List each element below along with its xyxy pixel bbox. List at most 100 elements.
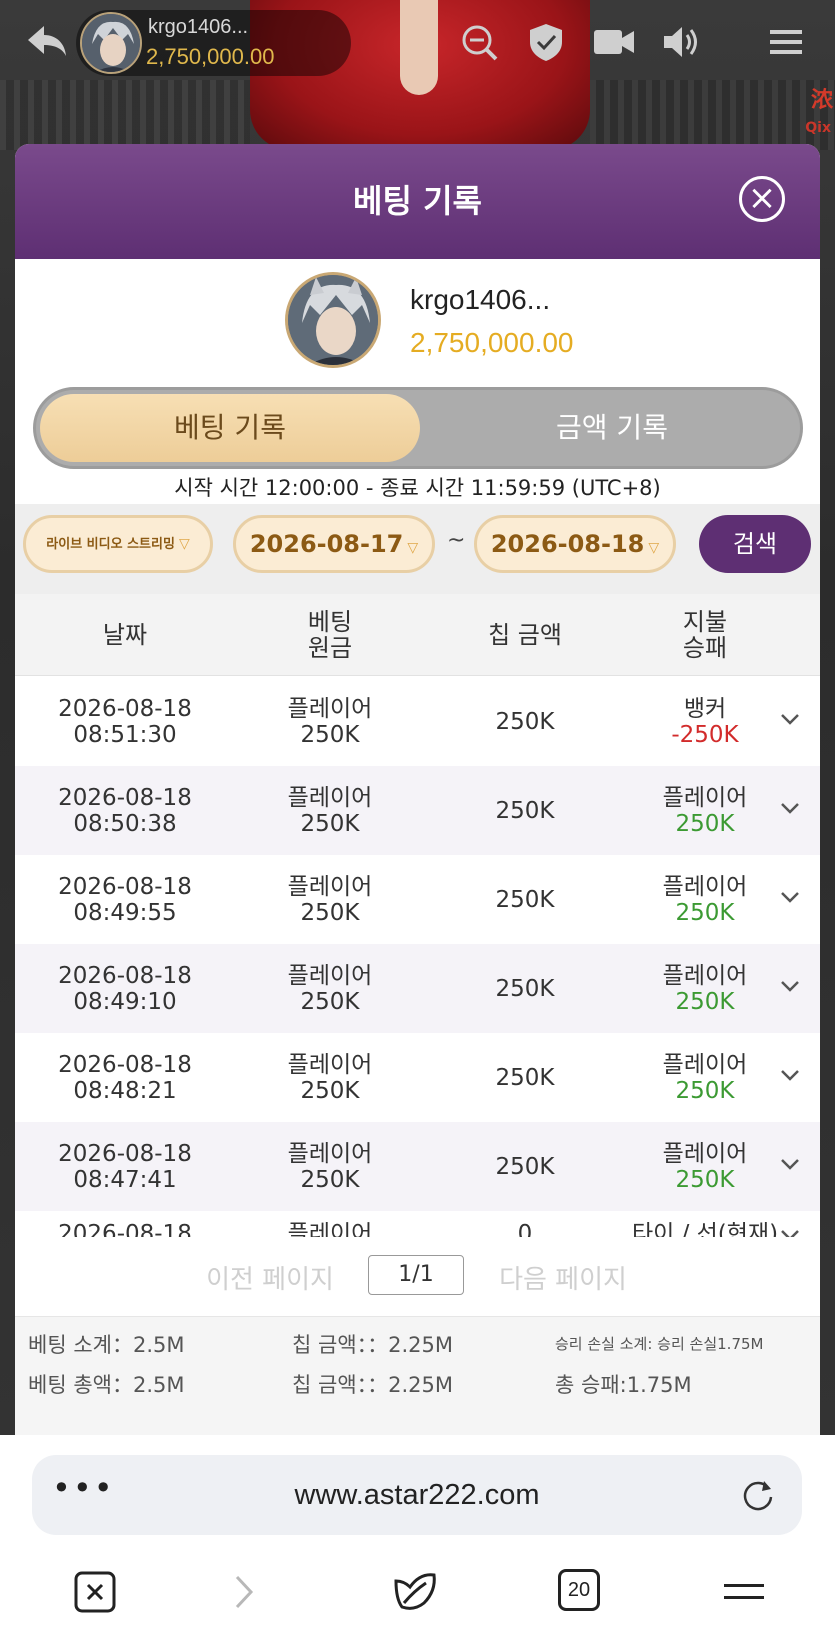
background-decoration bbox=[590, 80, 835, 150]
forward-icon[interactable] bbox=[232, 1569, 256, 1615]
chevron-down-icon[interactable] bbox=[778, 1152, 802, 1176]
row-chip: 250K bbox=[495, 1064, 555, 1091]
row-date-day: 2026-08-18 bbox=[58, 962, 192, 989]
row-bet-type: 플레이어 bbox=[287, 695, 373, 722]
tab-betting-history[interactable]: 베팅 기록 bbox=[40, 394, 420, 462]
chip-total: 칩 금액：：2.25M bbox=[292, 1373, 454, 1397]
betting-history-modal: 베팅 기록 × krgo1406... 2,750,000.00 베팅 기록 금… bbox=[15, 144, 820, 1435]
chevron-down-icon[interactable] bbox=[778, 885, 802, 909]
avatar bbox=[80, 12, 142, 74]
table-row[interactable]: 2026-08-18 08:51:30 플레이어 250K 250K 뱅커 -250K bbox=[15, 677, 820, 766]
search-button[interactable]: 검색 bbox=[699, 515, 811, 573]
row-bet-type: 플레이어 bbox=[287, 1051, 373, 1078]
video-camera-icon[interactable] bbox=[592, 22, 636, 62]
row-result-type: 뱅커 bbox=[683, 695, 727, 722]
row-result: 뱅커 -250K bbox=[605, 677, 805, 766]
row-date: 2026-08-18 08:47:41 bbox=[35, 1122, 215, 1211]
filter-bar: 라이브 비디오 스트리밍 ▽ 2026-08-17 ▽ ~ 2026-08-18 ▽ … bbox=[15, 504, 820, 594]
row-bet-amount: 250K bbox=[300, 899, 360, 926]
column-header-bet-line2: 원금 bbox=[307, 634, 353, 662]
row-bet-type: 플레이어 bbox=[287, 962, 373, 989]
hud-user-badge[interactable]: krgo1406... 2,750,000.00 bbox=[76, 10, 351, 76]
row-chip: 250K bbox=[495, 975, 555, 1002]
row-bet-type: 플레이어 bbox=[287, 873, 373, 900]
summary-panel: 베팅 소계：2.5M 칩 금액：：2.25M 승리 손실 소계: 승리 손실1.… bbox=[15, 1316, 820, 1435]
row-date-day: 2026-08-18 bbox=[58, 1051, 192, 1078]
page-indicator: 1/1 bbox=[368, 1255, 464, 1295]
row-date-day: 2026-08-18 bbox=[58, 784, 192, 811]
row-chip: 250K bbox=[495, 797, 555, 824]
browser-menu-icon[interactable] bbox=[722, 1569, 766, 1615]
row-result-amount: 250K bbox=[675, 1077, 735, 1104]
history-tabs: 베팅 기록 금액 기록 bbox=[33, 387, 803, 469]
row-bet: 플레이어 250K bbox=[230, 944, 430, 1033]
menu-icon[interactable] bbox=[764, 22, 808, 62]
row-result: 플레이어 250K bbox=[605, 1033, 805, 1122]
row-date: 2026-08-18 08:51:30 bbox=[35, 677, 215, 766]
chevron-down-icon: ▽ bbox=[178, 536, 190, 552]
time-range-note: 시작 시간 12:00:00 - 종료 시간 11:59:59 (UTC+8) bbox=[174, 476, 661, 500]
chip-subtotal: 칩 금액：：2.25M bbox=[292, 1333, 454, 1357]
date-to-value: 2026-08-18 bbox=[490, 530, 645, 558]
table-row[interactable]: 2026-08-18 08:49:10 플레이어 250K 250K 플레이어 250… bbox=[15, 944, 820, 1033]
row-bet-amount: 250K bbox=[300, 721, 360, 748]
row-chip: 250K bbox=[495, 708, 555, 735]
row-result: 플레이어 250K bbox=[605, 1122, 805, 1211]
row-date-day: 2026-08-18 bbox=[58, 873, 192, 900]
table-row[interactable]: 2026-08-18 08:47:41 플레이어 250K 250K 플레이어 250… bbox=[15, 1122, 820, 1211]
close-tab-icon[interactable] bbox=[74, 1569, 116, 1615]
row-result-type: 플레이어 bbox=[662, 873, 748, 900]
browser-home-icon[interactable] bbox=[392, 1569, 438, 1615]
column-header-result-line2: 승패 bbox=[682, 634, 728, 662]
reload-icon[interactable] bbox=[740, 1477, 776, 1513]
zoom-out-icon[interactable] bbox=[458, 22, 502, 62]
url-text[interactable]: www.astar222.com bbox=[32, 1479, 802, 1512]
tab-amount-history[interactable]: 금액 기록 bbox=[426, 394, 798, 462]
row-date-day: 2026-08-18 bbox=[58, 1140, 192, 1167]
bet-subtotal: 베팅 소계：2.5M bbox=[28, 1333, 185, 1357]
row-chip: 250K bbox=[495, 1153, 555, 1180]
background-sign: 浓 bbox=[810, 88, 833, 113]
profile-balance: 2,750,000.00 bbox=[410, 327, 574, 358]
row-date-day: 2026-08-18 bbox=[58, 695, 192, 722]
row-result-amount: 250K bbox=[675, 988, 735, 1015]
game-hud: krgo1406... 2,750,000.00 bbox=[0, 0, 835, 85]
row-result-amount: -250K bbox=[671, 721, 739, 748]
row-bet: 플레이어 250K bbox=[230, 1033, 430, 1122]
address-bar[interactable]: ••• www.astar222.com bbox=[32, 1455, 802, 1535]
shield-check-icon[interactable] bbox=[524, 22, 568, 62]
row-date-time: 08:51:30 bbox=[73, 721, 177, 748]
chevron-down-icon[interactable] bbox=[778, 1223, 802, 1237]
table-row[interactable]: 2026-08-18 08:49:55 플레이어 250K 250K 플레이어 250… bbox=[15, 855, 820, 944]
row-result-type: 플레이어 bbox=[662, 1051, 748, 1078]
row-date-time: 08:49:10 bbox=[73, 988, 177, 1015]
chevron-down-icon[interactable] bbox=[778, 707, 802, 731]
back-arrow-icon[interactable] bbox=[24, 22, 70, 60]
row-date-day: 2026-08-18 bbox=[58, 1221, 192, 1237]
row-result-type: 플레이어 bbox=[662, 784, 748, 811]
table-row[interactable]: 2026-08-18 플레이어 0 타이 / 선(현재) bbox=[15, 1211, 820, 1237]
chevron-down-icon: ▽ bbox=[648, 540, 660, 556]
bet-rows-list[interactable]: 2026-08-18 08:51:30 플레이어 250K 250K 뱅커 -250K… bbox=[15, 677, 820, 1237]
game-type-select[interactable]: 라이브 비디오 스트리밍 ▽ bbox=[23, 515, 213, 573]
table-row[interactable]: 2026-08-18 08:50:38 플레이어 250K 250K 플레이어 250… bbox=[15, 766, 820, 855]
date-to-select[interactable]: 2026-08-18 ▽ bbox=[474, 515, 676, 573]
column-header-result: 지불 승패 bbox=[605, 594, 805, 676]
chevron-down-icon[interactable] bbox=[778, 974, 802, 998]
prev-page-button[interactable]: 이전 페이지 bbox=[200, 1259, 340, 1296]
background-decoration bbox=[0, 80, 250, 150]
chevron-down-icon[interactable] bbox=[778, 796, 802, 820]
date-from-select[interactable]: 2026-08-17 ▽ bbox=[233, 515, 435, 573]
row-result: 플레이어 250K bbox=[605, 944, 805, 1033]
row-chip: 250K bbox=[495, 886, 555, 913]
tab-count-button[interactable]: 20 bbox=[558, 1569, 600, 1611]
row-result-type: 타이 / 선(현재) bbox=[631, 1221, 779, 1237]
next-page-button[interactable]: 다음 페이지 bbox=[493, 1259, 633, 1296]
table-row[interactable]: 2026-08-18 08:48:21 플레이어 250K 250K 플레이어 250… bbox=[15, 1033, 820, 1122]
chevron-down-icon[interactable] bbox=[778, 1063, 802, 1087]
close-icon[interactable]: × bbox=[739, 176, 785, 222]
winloss-total: 총 승패:1.75M bbox=[555, 1373, 692, 1397]
speaker-icon[interactable] bbox=[660, 22, 704, 62]
row-bet: 플레이어 250K bbox=[230, 766, 430, 855]
column-header-bet: 베팅 원금 bbox=[230, 594, 430, 676]
